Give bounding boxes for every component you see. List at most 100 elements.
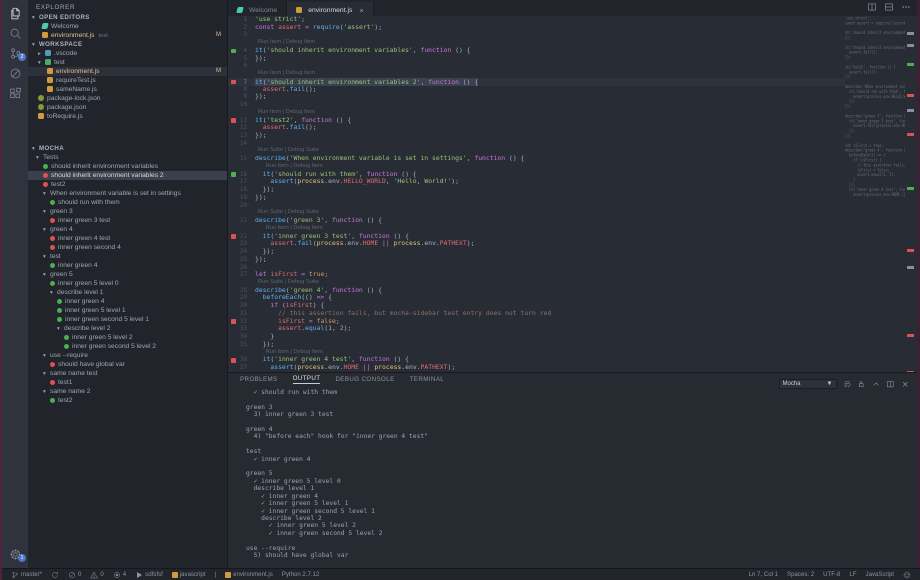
status-cursor-position[interactable]: Ln 7, Col 1 xyxy=(749,571,778,578)
mocha-test-item[interactable]: ▾describe level 1 xyxy=(28,288,227,297)
more-actions-icon[interactable] xyxy=(901,0,911,17)
file-tree-item[interactable]: sameName.js xyxy=(28,85,227,94)
activity-item-extensions[interactable] xyxy=(2,83,28,103)
panel-tab-terminal[interactable]: TERMINAL xyxy=(410,376,445,383)
status-indentation[interactable]: Spaces: 2 xyxy=(787,571,814,578)
code-line[interactable]: 21describe('green 3', function () { xyxy=(228,217,845,225)
status-git-branch[interactable]: master* xyxy=(11,571,42,579)
status-errors-count[interactable]: 0 xyxy=(68,571,81,579)
code-line[interactable]: 37 assert(process.env.HOME || process.en… xyxy=(228,364,845,372)
codelens-link[interactable]: Run Suite | Debug Suite xyxy=(258,209,319,215)
open-editor-item[interactable]: Welcome xyxy=(28,22,227,31)
status-language-indicator[interactable]: javascript xyxy=(172,571,206,578)
code-line[interactable]: 2const assert = require('assert'); xyxy=(228,24,845,32)
mocha-test-item[interactable]: ▾describe level 2 xyxy=(28,324,227,333)
activity-item-explorer[interactable] xyxy=(2,3,28,23)
overview-ruler[interactable] xyxy=(905,16,917,372)
code-line[interactable]: 18 }); xyxy=(228,186,845,194)
mocha-test-item[interactable]: ▾same name test xyxy=(28,369,227,378)
codelens-link[interactable]: Run Item | Debug Item xyxy=(266,225,323,231)
status-python-version[interactable]: Python 2.7.12 xyxy=(282,571,320,578)
code-line[interactable]: 12 assert.fail(); xyxy=(228,124,845,132)
file-tree-item[interactable]: requireTest.js xyxy=(28,76,227,85)
codelens-link[interactable]: Run Item | Debug Item xyxy=(266,349,323,355)
code-line[interactable]: 17 assert(process.env.HELLO_WORLD, 'Hell… xyxy=(228,178,845,186)
mocha-test-item[interactable]: test2 xyxy=(28,180,227,189)
toggle-layout-icon[interactable] xyxy=(884,0,894,17)
mocha-test-item[interactable]: ▾When environment variable is set in set… xyxy=(28,189,227,198)
mocha-test-item[interactable]: should run with them xyxy=(28,198,227,207)
mocha-test-item[interactable]: ▾green 5 xyxy=(28,270,227,279)
code-line[interactable]: 7it('should inherit environment variable… xyxy=(228,78,845,86)
file-tree-item[interactable]: ▾test xyxy=(28,58,227,67)
activity-item-search[interactable] xyxy=(2,23,28,43)
status-active-file-indicator[interactable]: environment.js xyxy=(225,571,273,578)
file-tree-item[interactable]: environment.jsM xyxy=(28,67,227,76)
mocha-header[interactable]: ▾MOCHA xyxy=(28,144,227,153)
split-editor-icon[interactable] xyxy=(867,0,877,17)
code-line[interactable]: 4it('should inherit environment variable… xyxy=(228,47,845,55)
mocha-test-item[interactable]: inner green 4 test xyxy=(28,234,227,243)
code-line[interactable]: 11it('test2', function () { xyxy=(228,117,845,125)
codelens-link[interactable]: Run Item | Debug Item xyxy=(266,163,323,169)
file-tree-item[interactable]: ▸.vscode xyxy=(28,49,227,58)
code-line[interactable]: 20 xyxy=(228,202,845,210)
mocha-test-item[interactable]: inner green 5 level 2 xyxy=(28,333,227,342)
panel-tab-output[interactable]: OUTPUT xyxy=(293,375,321,384)
status-warnings-count[interactable]: 0 xyxy=(90,571,103,579)
test-status-gutter-icon[interactable] xyxy=(231,49,236,54)
mocha-test-item[interactable]: inner green second 5 level 2 xyxy=(28,342,227,351)
file-tree-item[interactable]: package-lock.json xyxy=(28,94,227,103)
status-language-mode[interactable]: JavaScript xyxy=(866,571,894,578)
code-line[interactable]: 14 xyxy=(228,140,845,148)
mocha-test-item[interactable]: should have global var xyxy=(28,360,227,369)
code-line[interactable]: 3 xyxy=(228,31,845,39)
code-line[interactable]: 9}); xyxy=(228,93,845,101)
codelens-link[interactable]: Run Item | Debug Item xyxy=(258,70,315,76)
code-line[interactable]: 23 assert.fail(process.env.HOME || proce… xyxy=(228,240,845,248)
code-line[interactable]: 8 assert.fail(); xyxy=(228,86,845,94)
code-line[interactable]: 35 }); xyxy=(228,341,845,349)
file-tree-item[interactable]: toRequire.js xyxy=(28,112,227,121)
test-status-gutter-icon[interactable] xyxy=(231,234,236,239)
mocha-test-item[interactable]: should inherit environment variables 2 xyxy=(28,171,227,180)
status-separator[interactable]: | xyxy=(215,571,217,578)
close-tab-icon[interactable]: × xyxy=(359,6,363,15)
mocha-test-item[interactable]: ▾green 3 xyxy=(28,207,227,216)
panel-tab-debug-console[interactable]: DEBUG CONSOLE xyxy=(335,376,394,383)
code-line[interactable]: 13}); xyxy=(228,132,845,140)
status-task-runner[interactable]: sdfsfsf xyxy=(135,571,163,579)
mocha-test-item[interactable]: ▾test xyxy=(28,252,227,261)
code-line[interactable]: 10 xyxy=(228,101,845,109)
mocha-test-item[interactable]: should inherit environment variables xyxy=(28,162,227,171)
mocha-test-item[interactable]: ▾Tests xyxy=(28,153,227,162)
status-eol[interactable]: LF xyxy=(849,571,856,578)
mocha-test-item[interactable]: inner green 5 level 1 xyxy=(28,306,227,315)
test-status-gutter-icon[interactable] xyxy=(231,172,236,177)
mocha-test-item[interactable]: ▾green 4 xyxy=(28,225,227,234)
mocha-test-item[interactable]: inner green 4 xyxy=(28,297,227,306)
code-line[interactable]: 27let isFirst = true; xyxy=(228,271,845,279)
mocha-test-item[interactable]: inner green second 4 xyxy=(28,243,227,252)
open-editor-item[interactable]: environment.jstestM xyxy=(28,31,227,40)
code-line[interactable]: 33 assert.equal(1, 2); xyxy=(228,325,845,333)
activity-item-source-control[interactable]: 2 xyxy=(2,43,28,63)
open-editors-header[interactable]: ▾OPEN EDITORS xyxy=(28,13,227,22)
status-feedback[interactable] xyxy=(903,571,911,579)
mocha-test-item[interactable]: inner green 5 level 0 xyxy=(28,279,227,288)
panel-tab-problems[interactable]: PROBLEMS xyxy=(240,376,278,383)
activity-item-settings[interactable]: 1 xyxy=(2,544,28,564)
code-editor[interactable]: 1'use strict';2const assert = require('a… xyxy=(228,16,917,372)
mocha-test-item[interactable]: ▾use --require xyxy=(28,351,227,360)
code-line[interactable]: 25}); xyxy=(228,256,845,264)
test-status-gutter-icon[interactable] xyxy=(231,358,236,363)
status-tests-failed-count[interactable]: 4 xyxy=(113,571,126,579)
test-status-gutter-icon[interactable] xyxy=(231,319,236,324)
status-git-sync[interactable] xyxy=(51,571,59,579)
workspace-header[interactable]: ▾WORKSPACE xyxy=(28,40,227,49)
code-line[interactable]: 24 }); xyxy=(228,248,845,256)
code-lines[interactable]: 1'use strict';2const assert = require('a… xyxy=(228,16,845,372)
mocha-test-item[interactable]: test1 xyxy=(28,378,227,387)
code-line[interactable]: 15describe('When environment variable is… xyxy=(228,155,845,163)
mocha-test-item[interactable]: inner green 4 xyxy=(28,261,227,270)
